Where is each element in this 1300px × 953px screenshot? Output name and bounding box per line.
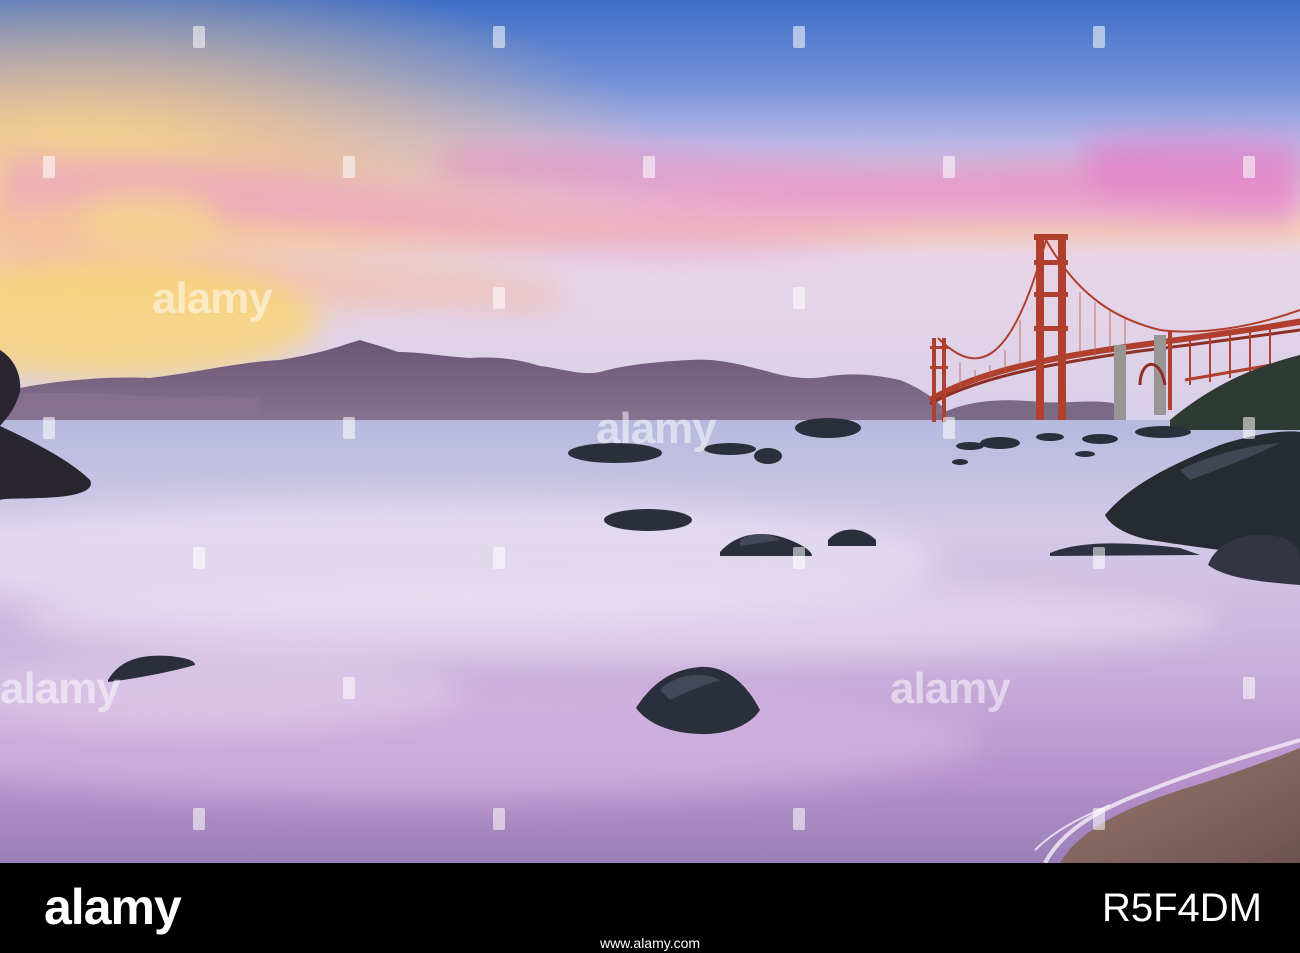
watermark-text: alamy <box>152 274 273 323</box>
watermark-text: alamy <box>596 404 717 453</box>
image-id: R5F4DM <box>1101 886 1262 930</box>
stock-photo-page: alamy alamy alamy alamy alamy R5F4DM www… <box>0 0 1300 953</box>
site-link[interactable]: www.alamy.com <box>0 935 1300 951</box>
golden-gate-sunset-photo: alamy alamy alamy alamy <box>0 0 1300 863</box>
watermark-text: alamy <box>0 664 121 713</box>
alamy-logo[interactable]: alamy <box>44 879 182 935</box>
watermark-text: alamy <box>890 664 1011 713</box>
